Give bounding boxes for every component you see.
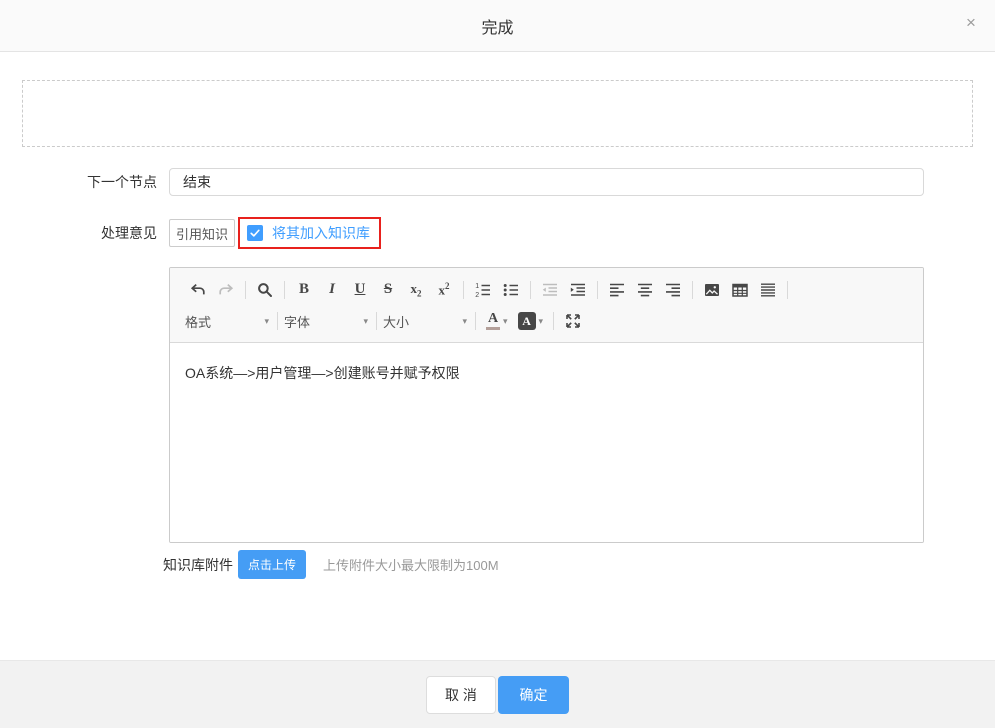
line-height-button[interactable]	[754, 278, 782, 302]
underline-icon: U	[355, 281, 366, 298]
indent-button[interactable]	[564, 278, 592, 302]
dialog-body: 下一个节点 处理意见 引用知识 将其加入知识库	[0, 52, 995, 660]
toolbar-separator	[787, 281, 788, 299]
italic-icon: I	[329, 281, 335, 298]
add-to-knowledge-base-checkbox[interactable]	[247, 225, 263, 241]
align-right-button[interactable]	[659, 278, 687, 302]
editor-row: B I U S x2 x2 1 2	[0, 267, 995, 543]
attachment-size-hint: 上传附件大小最大限制为100M	[323, 555, 499, 574]
check-icon	[249, 227, 261, 239]
strikethrough-icon: S	[384, 281, 392, 298]
background-color-icon: A	[518, 312, 536, 330]
ordered-list-icon: 1 2	[474, 281, 492, 299]
red-annotation-box: 将其加入知识库	[238, 217, 381, 249]
svg-text:1: 1	[475, 283, 479, 290]
chevron-down-icon: ▾	[539, 317, 544, 326]
toolbar-separator	[463, 281, 464, 299]
undo-icon	[189, 281, 207, 299]
background-color-button[interactable]: A ▾	[518, 312, 544, 330]
next-node-input[interactable]	[169, 168, 924, 196]
unordered-list-icon	[502, 281, 520, 299]
font-dropdown-label: 字体	[284, 312, 310, 331]
indent-icon	[569, 281, 587, 299]
quote-knowledge-button[interactable]: 引用知识	[169, 219, 235, 247]
chevron-down-icon: ▾	[503, 317, 508, 326]
bold-icon: B	[299, 281, 309, 298]
toolbar-separator	[277, 312, 278, 330]
toolbar-separator	[692, 281, 693, 299]
redo-icon	[217, 281, 235, 299]
align-center-button[interactable]	[631, 278, 659, 302]
italic-button[interactable]: I	[318, 278, 346, 302]
dialog-title: 完成	[481, 14, 513, 38]
text-color-button[interactable]: A ▾	[486, 312, 508, 330]
svg-text:2: 2	[475, 292, 479, 299]
cancel-button[interactable]: 取 消	[426, 676, 496, 714]
opinion-label: 处理意见	[0, 224, 157, 242]
toolbar-row-1: B I U S x2 x2 1 2	[184, 273, 915, 306]
next-node-label: 下一个节点	[0, 168, 157, 196]
align-center-icon	[636, 281, 654, 299]
align-left-icon	[608, 281, 626, 299]
line-height-icon	[759, 281, 777, 299]
editor-toolbar: B I U S x2 x2 1 2	[170, 268, 923, 343]
toolbar-separator	[530, 281, 531, 299]
redo-button[interactable]	[212, 278, 240, 302]
fullscreen-button[interactable]	[559, 309, 587, 333]
toolbar-row-2: 格式 ▾ 字体 ▾ 大小 ▾	[184, 306, 915, 336]
underline-button[interactable]: U	[346, 278, 374, 302]
add-to-knowledge-base-label[interactable]: 将其加入知识库	[272, 223, 370, 243]
dialog-header: 完成 ×	[0, 0, 995, 52]
fullscreen-icon	[564, 312, 582, 330]
toolbar-separator	[376, 312, 377, 330]
image-icon	[703, 281, 721, 299]
format-dropdown-label: 格式	[185, 312, 211, 331]
table-icon	[731, 281, 749, 299]
ordered-list-button[interactable]: 1 2	[469, 278, 497, 302]
toolbar-separator	[245, 281, 246, 299]
upload-button[interactable]: 点击上传	[238, 550, 306, 579]
toolbar-separator	[553, 312, 554, 330]
search-button[interactable]	[251, 278, 279, 302]
rich-text-editor: B I U S x2 x2 1 2	[169, 267, 924, 543]
editor-label-spacer	[0, 267, 157, 543]
opinion-row: 处理意见 引用知识 将其加入知识库	[0, 217, 995, 249]
confirm-button[interactable]: 确定	[498, 676, 569, 714]
bold-button[interactable]: B	[290, 278, 318, 302]
chevron-down-icon: ▾	[363, 317, 368, 326]
superscript-icon: x2	[439, 281, 450, 298]
subscript-icon: x2	[411, 281, 422, 299]
search-icon	[256, 281, 274, 299]
chevron-down-icon: ▾	[462, 317, 467, 326]
attachment-label: 知识库附件	[163, 555, 233, 575]
chevron-down-icon: ▾	[264, 317, 269, 326]
outdent-icon	[541, 281, 559, 299]
align-right-icon	[664, 281, 682, 299]
empty-dropzone	[22, 80, 973, 147]
unordered-list-button[interactable]	[497, 278, 525, 302]
attachment-row: 知识库附件 点击上传 上传附件大小最大限制为100M	[0, 550, 995, 579]
insert-image-button[interactable]	[698, 278, 726, 302]
outdent-button[interactable]	[536, 278, 564, 302]
editor-content-area[interactable]: OA系统—>用户管理—>创建账号并赋予权限	[170, 343, 923, 542]
toolbar-separator	[284, 281, 285, 299]
size-dropdown[interactable]: 大小 ▾	[382, 309, 470, 333]
complete-dialog: 完成 × 下一个节点 处理意见 引用知识 将其加入知识库	[0, 0, 995, 728]
dialog-footer: 取 消 确定	[0, 660, 995, 728]
superscript-button[interactable]: x2	[430, 278, 458, 302]
editor-text: OA系统—>用户管理—>创建账号并赋予权限	[185, 363, 908, 383]
align-left-button[interactable]	[603, 278, 631, 302]
font-dropdown[interactable]: 字体 ▾	[283, 309, 371, 333]
format-dropdown[interactable]: 格式 ▾	[184, 309, 272, 333]
close-icon[interactable]: ×	[960, 12, 982, 34]
strikethrough-button[interactable]: S	[374, 278, 402, 302]
toolbar-separator	[597, 281, 598, 299]
toolbar-separator	[475, 312, 476, 330]
size-dropdown-label: 大小	[383, 312, 409, 331]
insert-table-button[interactable]	[726, 278, 754, 302]
text-color-icon: A	[486, 312, 500, 330]
subscript-button[interactable]: x2	[402, 278, 430, 302]
next-node-row: 下一个节点	[0, 168, 995, 196]
undo-button[interactable]	[184, 278, 212, 302]
